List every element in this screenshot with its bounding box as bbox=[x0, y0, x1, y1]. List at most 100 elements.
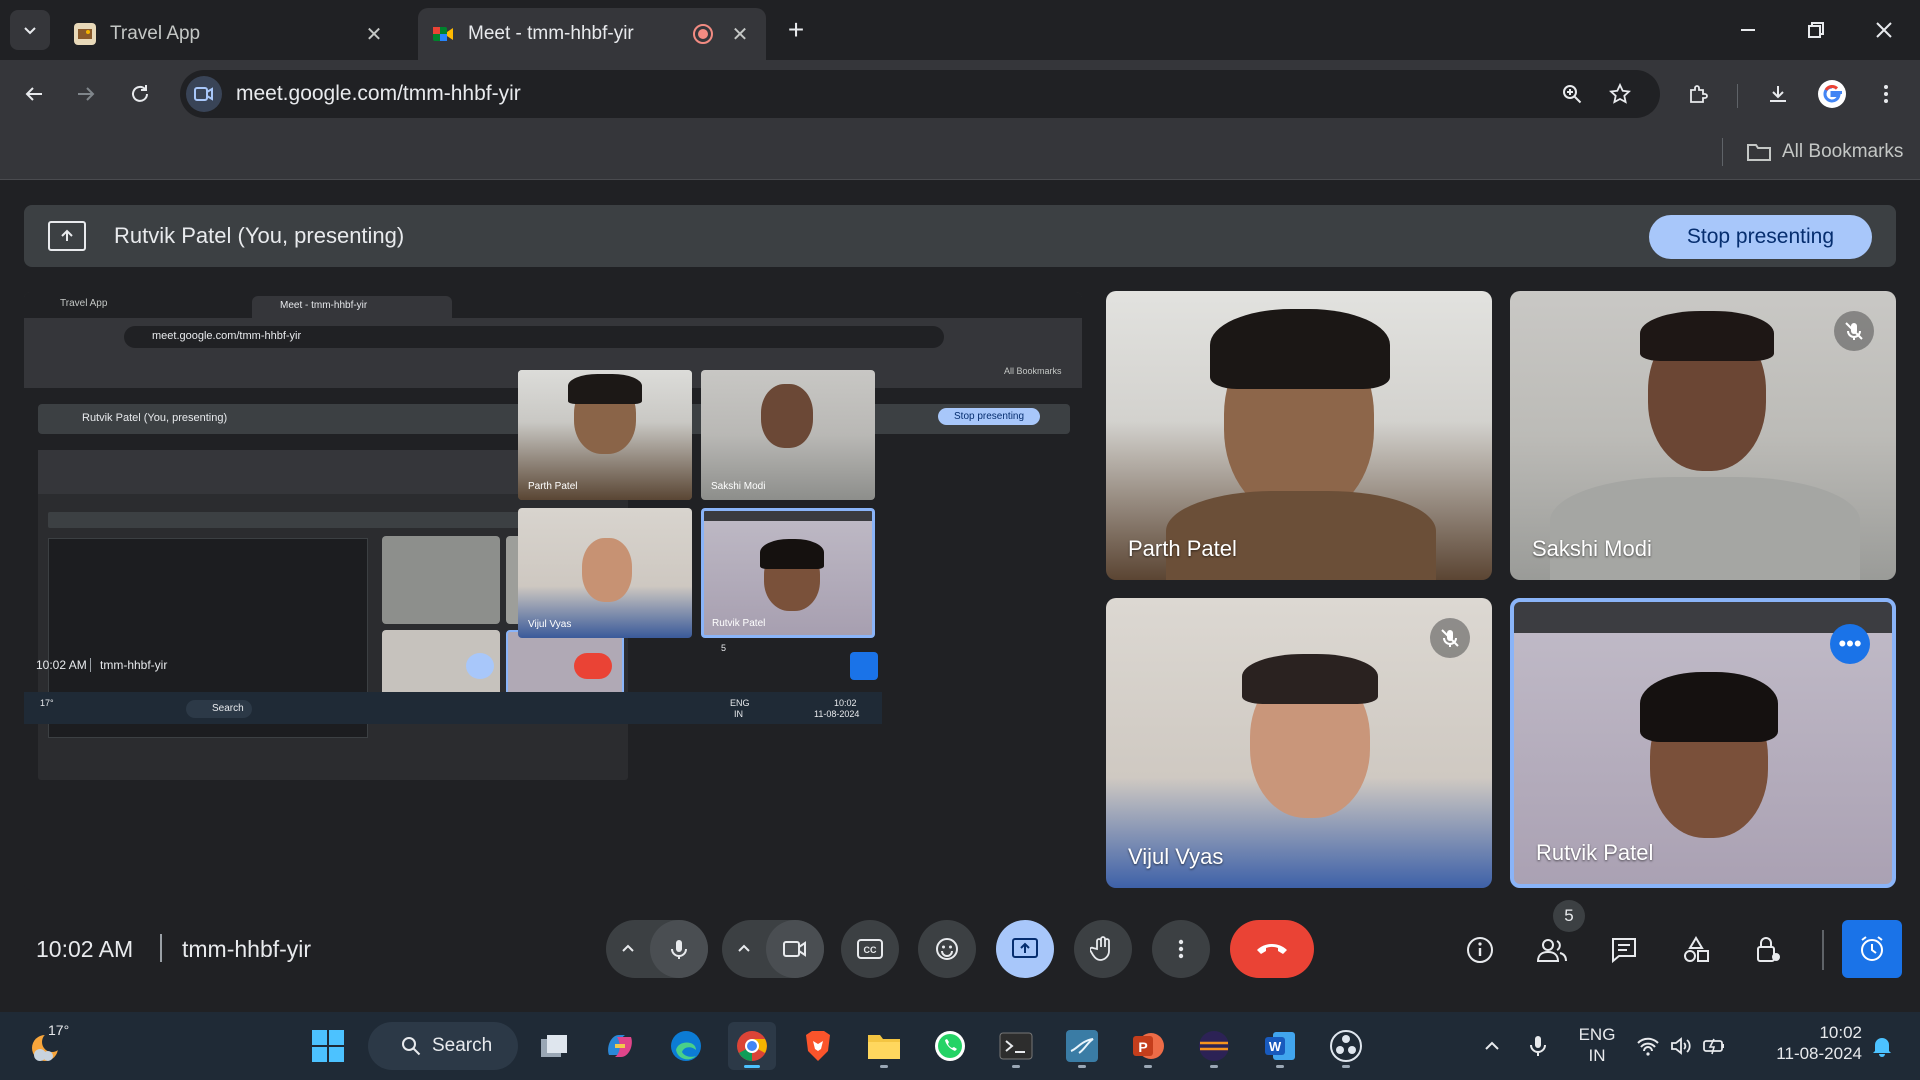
quick-settings-button[interactable] bbox=[1636, 1030, 1726, 1062]
whatsapp-button[interactable] bbox=[926, 1022, 974, 1070]
running-indicator bbox=[1210, 1065, 1218, 1068]
chat-button[interactable] bbox=[1596, 922, 1652, 978]
camera-toggle-button[interactable] bbox=[766, 920, 824, 978]
preview-taskbar bbox=[24, 692, 882, 724]
minimize-icon bbox=[1741, 29, 1755, 31]
word-button[interactable]: W bbox=[1256, 1022, 1304, 1070]
show-hidden-icons-button[interactable] bbox=[1476, 1030, 1508, 1062]
tab-title: Travel App bbox=[110, 23, 201, 44]
task-view-button[interactable] bbox=[530, 1022, 578, 1070]
close-window-button[interactable] bbox=[1864, 10, 1904, 50]
restore-button[interactable] bbox=[1796, 10, 1836, 50]
powerpoint-button[interactable]: P bbox=[1124, 1022, 1172, 1070]
preview-weather: 17° bbox=[40, 698, 54, 708]
edge-button[interactable] bbox=[662, 1022, 710, 1070]
captions-button[interactable]: CC bbox=[841, 920, 899, 978]
toolbar-divider bbox=[1737, 84, 1738, 108]
presenting-banner: Rutvik Patel (You, presenting) Stop pres… bbox=[24, 205, 1896, 267]
lock-person-icon bbox=[1757, 937, 1780, 962]
stop-presenting-button[interactable]: Stop presenting bbox=[1648, 215, 1872, 259]
tab-close-button[interactable]: ✕ bbox=[728, 22, 752, 46]
video-settings-button[interactable] bbox=[722, 920, 766, 978]
notifications-button[interactable] bbox=[1866, 1030, 1898, 1062]
present-screen-icon bbox=[48, 221, 86, 251]
bookmark-star-button[interactable] bbox=[1600, 74, 1640, 114]
battery-charging-icon bbox=[1703, 1038, 1724, 1055]
obs-button[interactable] bbox=[1322, 1022, 1370, 1070]
chat-icon bbox=[1612, 938, 1636, 964]
zoom-button[interactable] bbox=[1552, 74, 1592, 114]
restore-icon bbox=[1808, 22, 1824, 38]
participant-tile-sakshi[interactable]: Sakshi Modi bbox=[1510, 291, 1896, 580]
participant-hair bbox=[1210, 309, 1390, 389]
weather-temp: 17° bbox=[48, 1022, 70, 1038]
participant-tile-rutvik-self[interactable]: ••• Rutvik Patel bbox=[1510, 598, 1896, 888]
tab-travel-app[interactable]: Travel App ✕ bbox=[60, 8, 400, 60]
meeting-details-button[interactable] bbox=[1452, 922, 1508, 978]
downloads-button[interactable] bbox=[1758, 74, 1798, 114]
puzzle-icon bbox=[1690, 85, 1708, 103]
minimize-button[interactable] bbox=[1728, 10, 1768, 50]
emoji-icon bbox=[936, 938, 958, 960]
tab-meet[interactable]: Meet - tmm-hhbf-yir ✕ bbox=[418, 8, 766, 60]
weather-widget[interactable]: 17° bbox=[26, 1022, 106, 1070]
profile-button[interactable] bbox=[1812, 74, 1852, 114]
presenting-label: Rutvik Patel (You, presenting) bbox=[114, 223, 405, 248]
preview-url: meet.google.com/tmm-hhbf-yir bbox=[152, 330, 302, 342]
raise-hand-button[interactable] bbox=[1074, 920, 1132, 978]
meeting-time: 10:02 AM bbox=[36, 936, 134, 962]
recording-icon bbox=[693, 24, 713, 44]
tile-more-options-button[interactable]: ••• bbox=[1830, 624, 1870, 664]
system-clock[interactable]: 10:02 11-08-2024 bbox=[1752, 1022, 1862, 1064]
close-icon bbox=[1876, 22, 1892, 38]
reload-button[interactable] bbox=[120, 74, 160, 114]
powerpoint-icon: P bbox=[1133, 1033, 1164, 1059]
meeting-code: tmm-hhbf-yir bbox=[182, 936, 312, 962]
task-view-icon bbox=[541, 1035, 567, 1057]
back-button[interactable] bbox=[14, 74, 54, 114]
microphone-in-use-icon[interactable] bbox=[1522, 1030, 1554, 1062]
chrome-button[interactable] bbox=[728, 1022, 776, 1070]
start-button[interactable] bbox=[304, 1022, 352, 1070]
preview-tabstrip bbox=[24, 292, 1082, 318]
preview-sep bbox=[90, 658, 91, 672]
taskbar-search[interactable]: Search bbox=[368, 1022, 518, 1070]
whatsapp-icon bbox=[935, 1031, 965, 1061]
chevron-down-icon bbox=[24, 27, 36, 35]
timer-button[interactable] bbox=[1842, 920, 1902, 978]
copilot-button[interactable] bbox=[596, 1022, 644, 1070]
browser-menu-button[interactable] bbox=[1866, 74, 1906, 114]
participant-tile-vijul[interactable]: Vijul Vyas bbox=[1106, 598, 1492, 888]
closed-caption-icon: CC bbox=[857, 939, 883, 959]
mysql-workbench-button[interactable] bbox=[1058, 1022, 1106, 1070]
leave-call-button[interactable] bbox=[1230, 920, 1314, 978]
participant-hair bbox=[1640, 672, 1778, 742]
extensions-button[interactable] bbox=[1678, 74, 1718, 114]
tab-search-button[interactable] bbox=[10, 10, 50, 50]
input-language-indicator[interactable]: ENG IN bbox=[1572, 1024, 1622, 1066]
host-controls-button[interactable] bbox=[1740, 922, 1796, 978]
participant-tile-parth[interactable]: Parth Patel bbox=[1106, 291, 1492, 580]
present-now-button[interactable] bbox=[996, 920, 1054, 978]
lang-line-1: ENG bbox=[1578, 1025, 1616, 1044]
search-label: Search bbox=[432, 1035, 493, 1056]
all-bookmarks-button[interactable]: All Bookmarks bbox=[1746, 136, 1903, 168]
edge-icon bbox=[671, 1031, 701, 1061]
site-info-icon[interactable] bbox=[186, 76, 222, 112]
activities-button[interactable] bbox=[1668, 922, 1724, 978]
forward-button[interactable] bbox=[66, 74, 106, 114]
preview-lang1: ENG bbox=[730, 698, 750, 708]
audio-settings-button[interactable] bbox=[606, 920, 650, 978]
brave-button[interactable] bbox=[794, 1022, 842, 1070]
new-tab-button[interactable]: + bbox=[776, 10, 816, 50]
reactions-button[interactable] bbox=[918, 920, 976, 978]
travel-app-favicon-icon bbox=[74, 23, 96, 45]
address-bar[interactable]: meet.google.com/tmm-hhbf-yir bbox=[180, 70, 1660, 118]
terminal-button[interactable] bbox=[992, 1022, 1040, 1070]
mic-toggle-button[interactable] bbox=[650, 920, 708, 978]
eclipse-button[interactable] bbox=[1190, 1022, 1238, 1070]
file-explorer-button[interactable] bbox=[860, 1022, 908, 1070]
wifi-icon bbox=[1637, 1037, 1659, 1056]
tab-close-button[interactable]: ✕ bbox=[362, 22, 386, 46]
more-options-button[interactable] bbox=[1152, 920, 1210, 978]
